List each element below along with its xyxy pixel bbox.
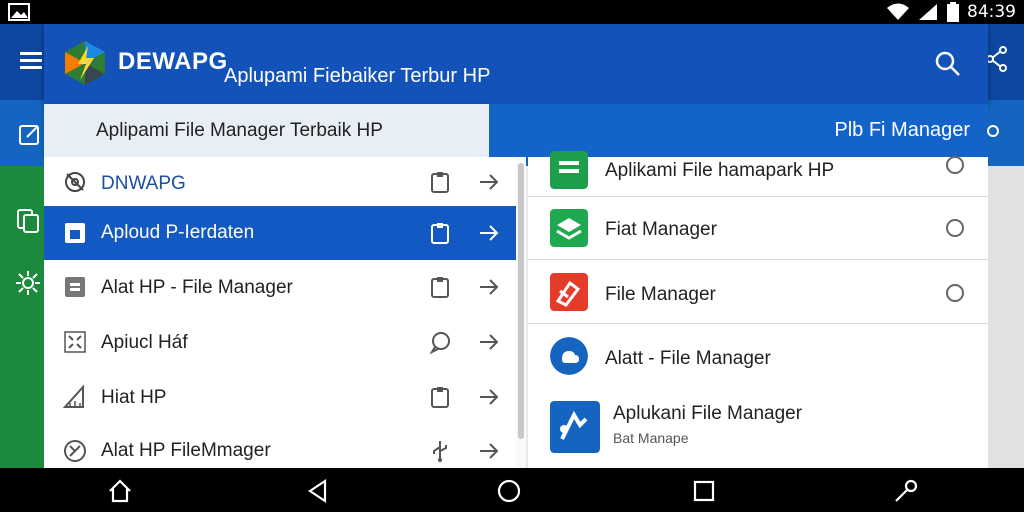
clipboard-icon[interactable] xyxy=(428,170,452,194)
shrink-icon xyxy=(64,331,86,353)
status-clock: 84:39 xyxy=(967,2,1016,22)
settings-gear-icon[interactable] xyxy=(15,270,41,296)
list-item[interactable]: Apiucl Háf xyxy=(44,314,516,370)
banner-suggestion[interactable]: Aplipami File Manager Terbaik HP xyxy=(44,104,489,157)
signal-icon xyxy=(919,4,937,20)
list-item-label: Aploud P-Ierdaten xyxy=(101,222,255,243)
arrow-right-icon[interactable] xyxy=(478,171,500,193)
status-bar: 84:39 xyxy=(0,0,1024,24)
green-layers-icon xyxy=(550,209,588,247)
left-menu-list: DNWAPG Aploud P-Ierdaten Alat HP - File … xyxy=(44,157,516,468)
ruler-icon xyxy=(62,384,84,408)
image-notification-icon xyxy=(8,3,30,21)
arrow-right-icon[interactable] xyxy=(478,386,500,408)
list-item-label: File Manager xyxy=(605,284,716,305)
recents-icon[interactable] xyxy=(691,478,717,504)
background-right-strip xyxy=(988,166,1024,468)
menu-icon[interactable] xyxy=(20,50,42,70)
back-icon[interactable] xyxy=(305,478,331,504)
list-item[interactable]: Alat HP - File Manager xyxy=(44,260,516,314)
banner-title: Plb Fi Manager xyxy=(489,104,988,157)
blue-cloud-icon xyxy=(550,337,588,375)
home-circle-icon[interactable] xyxy=(496,478,522,504)
home-icon[interactable] xyxy=(107,478,133,504)
list-item-label: Alat HP FileMmager xyxy=(101,440,271,461)
search-icon[interactable] xyxy=(932,48,964,80)
list-item-sublabel: Bat Manape xyxy=(613,430,689,446)
chat-bubble-icon[interactable] xyxy=(428,330,452,354)
battery-icon xyxy=(947,2,959,22)
list-item[interactable]: Hiat HP xyxy=(44,370,516,424)
list-item-label: Apiucl Háf xyxy=(101,332,188,353)
clipboard-icon[interactable] xyxy=(428,275,452,299)
background-sidebar xyxy=(0,166,44,468)
list-item-label: Hiat HP xyxy=(101,387,167,408)
left-list-scrollbar[interactable] xyxy=(516,157,526,468)
banner-right-text: Plb Fi Manager xyxy=(834,119,970,141)
radio-button[interactable] xyxy=(946,284,964,302)
radio-button[interactable] xyxy=(946,219,964,237)
key-icon[interactable] xyxy=(893,478,919,504)
list-item-label: Aplukani File Manager xyxy=(613,403,803,424)
gear-off-icon xyxy=(65,172,85,192)
banner-left-text: Aplipami File Manager Terbaik HP xyxy=(96,119,383,141)
list-item[interactable]: Fiat Manager xyxy=(528,197,988,260)
clipboard-icon[interactable] xyxy=(428,221,452,245)
radio-button[interactable] xyxy=(946,156,964,174)
list-item-label: DNWAPG xyxy=(101,173,186,194)
arrow-right-icon[interactable] xyxy=(478,331,500,353)
green-doc-icon xyxy=(550,151,588,189)
file-box-icon xyxy=(65,223,85,243)
app-logo-icon xyxy=(65,41,105,85)
radio-icon xyxy=(987,125,999,137)
archive-icon xyxy=(65,277,85,297)
navigation-bar xyxy=(0,468,1024,512)
red-file-icon xyxy=(550,273,588,311)
share-icon[interactable] xyxy=(986,46,1008,72)
usb-icon[interactable] xyxy=(428,439,452,463)
clipboard-icon[interactable] xyxy=(428,385,452,409)
brand-name: DEWAPG xyxy=(118,48,228,75)
arrow-right-icon[interactable] xyxy=(478,440,500,462)
edit-icon[interactable] xyxy=(18,122,42,146)
list-item-label: Aplikami File hamapark HP xyxy=(605,160,835,181)
list-item[interactable]: Aplikami File hamapark HP xyxy=(528,151,988,197)
list-item[interactable]: DNWAPG xyxy=(44,157,516,206)
list-item[interactable]: File Manager xyxy=(528,260,988,324)
list-item[interactable]: Alat HP FileMmager xyxy=(44,424,516,468)
blue-app-icon xyxy=(550,401,600,453)
list-item-label: Fiat Manager xyxy=(605,219,717,240)
arrow-right-icon[interactable] xyxy=(478,222,500,244)
files-icon[interactable] xyxy=(16,208,40,234)
overlay-header: DEWAPG Aplupami Fiebaiker Terbur HP xyxy=(44,24,988,104)
compass-icon xyxy=(64,440,86,462)
list-item[interactable]: Alatt - File Manager xyxy=(528,324,988,390)
arrow-right-icon[interactable] xyxy=(478,276,500,298)
list-item-label: Alatt - File Manager xyxy=(605,348,771,369)
list-item-selected[interactable]: Aploud P-Ierdaten xyxy=(44,206,516,260)
wifi-icon xyxy=(887,3,909,20)
status-right: 84:39 xyxy=(887,0,1016,24)
list-item[interactable]: Aplukani File Manager Bat Manape xyxy=(528,390,988,468)
right-app-list: Aplikami File hamapark HP Fiat Manager F… xyxy=(528,151,988,468)
list-item-label: Alat HP - File Manager xyxy=(101,277,293,298)
header-subtitle: Aplupami Fiebaiker Terbur HP xyxy=(224,65,491,87)
scrollbar-thumb[interactable] xyxy=(518,163,524,439)
